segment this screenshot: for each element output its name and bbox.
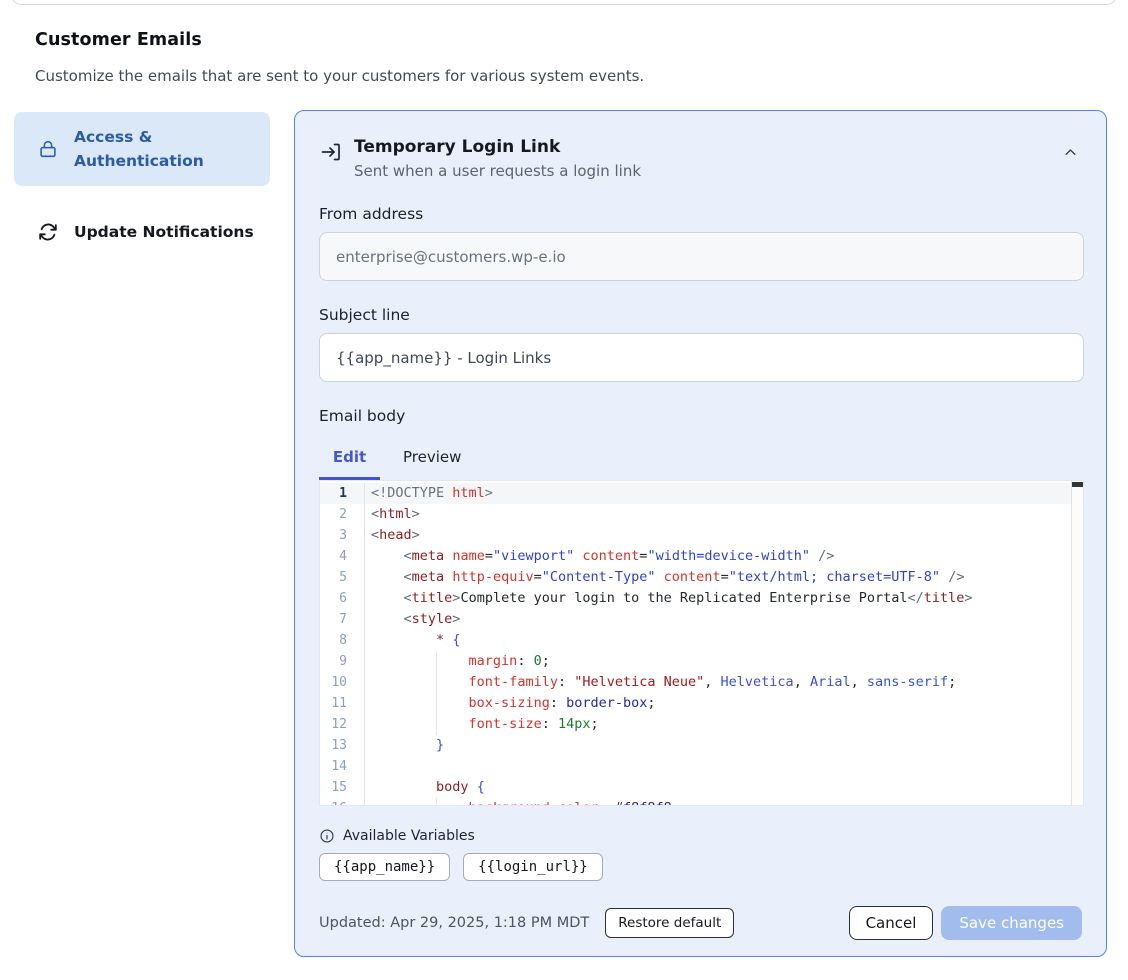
panel-header: Temporary Login Link Sent when a user re…: [319, 135, 1082, 180]
line-number: 7: [320, 609, 365, 630]
tab-preview[interactable]: Preview: [380, 438, 484, 480]
code-line-text: body {: [365, 777, 485, 798]
page-subtitle: Customize the emails that are sent to yo…: [35, 67, 735, 85]
from-address-input[interactable]: [319, 232, 1084, 281]
code-line-text: <meta name="viewport" content="width=dev…: [365, 546, 834, 567]
code-line-text: <!DOCTYPE html>: [365, 483, 493, 504]
chevron-up-icon: [1063, 148, 1078, 163]
page-title: Customer Emails: [35, 30, 735, 50]
code-line: 6 <title>Complete your login to the Repl…: [320, 588, 1083, 609]
line-number: 11: [320, 693, 365, 714]
panel-header-text: Temporary Login Link Sent when a user re…: [354, 135, 641, 180]
line-number: 3: [320, 525, 365, 546]
code-line: 12 font-size: 14px;: [320, 714, 1083, 735]
email-body-tabs: Edit Preview: [319, 438, 1082, 480]
login-icon: [319, 140, 343, 168]
page-header: Customer Emails Customize the emails tha…: [35, 30, 735, 85]
code-line: 5 <meta http-equiv="Content-Type" conten…: [320, 567, 1083, 588]
code-line-text: margin: 0;: [365, 651, 550, 672]
indent-guide: [436, 651, 437, 672]
email-body-label: Email body: [319, 407, 1082, 425]
variable-chips: {{app_name}} {{login_url}}: [319, 853, 1082, 881]
code-line-text: <html>: [365, 504, 420, 525]
code-line-text: <style>: [365, 609, 460, 630]
editor-scrollbar[interactable]: [1071, 481, 1083, 805]
subject-line-input[interactable]: [319, 333, 1084, 382]
indent-guide: [436, 798, 437, 806]
code-editor[interactable]: 1<!DOCTYPE html>2<html>3<head>4 <meta na…: [319, 480, 1084, 806]
indent-guide: [436, 714, 437, 735]
line-number: 13: [320, 735, 365, 756]
subject-line-label: Subject line: [319, 306, 1082, 324]
code-area: 1<!DOCTYPE html>2<html>3<head>4 <meta na…: [320, 481, 1083, 806]
line-number: 16: [320, 798, 365, 806]
panel-subtitle: Sent when a user requests a login link: [354, 162, 641, 180]
code-line-text: font-size: 14px;: [365, 714, 599, 735]
line-number: 1: [320, 483, 365, 504]
email-settings-panel: Temporary Login Link Sent when a user re…: [294, 110, 1107, 957]
code-line-text: box-sizing: border-box;: [365, 693, 656, 714]
available-variables-header: Available Variables: [319, 828, 1082, 844]
collapse-section-button[interactable]: [1059, 141, 1082, 167]
code-line: 8 * {: [320, 630, 1083, 651]
line-number: 12: [320, 714, 365, 735]
previous-card-edge: [10, 0, 1118, 5]
code-line-text: }: [365, 735, 444, 756]
line-number: 5: [320, 567, 365, 588]
line-number: 4: [320, 546, 365, 567]
line-number: 8: [320, 630, 365, 651]
sidebar-item-label: Update Notifications: [74, 220, 254, 244]
lock-icon: [37, 138, 59, 160]
tab-edit[interactable]: Edit: [319, 438, 380, 480]
indent-guide: [436, 672, 437, 693]
panel-title: Temporary Login Link: [354, 135, 641, 159]
editor-scrollbar-thumb[interactable]: [1072, 482, 1083, 487]
code-line-text: background-color: #f8f8f8;: [365, 798, 680, 806]
code-line-text: font-family: "Helvetica Neue", Helvetica…: [365, 672, 956, 693]
refresh-icon: [37, 221, 59, 243]
panel-footer: Updated: Apr 29, 2025, 1:18 PM MDT Resto…: [319, 906, 1082, 940]
code-line: 14: [320, 756, 1083, 777]
line-number: 9: [320, 651, 365, 672]
cancel-button[interactable]: Cancel: [849, 906, 934, 940]
settings-sidebar: Access & Authentication Update Notificat…: [14, 112, 270, 257]
code-line-text: <meta http-equiv="Content-Type" content=…: [365, 567, 964, 588]
code-line: 3<head>: [320, 525, 1083, 546]
code-line-text: [365, 756, 371, 777]
code-line: 9 margin: 0;: [320, 651, 1083, 672]
line-number: 6: [320, 588, 365, 609]
code-line: 7 <style>: [320, 609, 1083, 630]
sidebar-item-access-authentication[interactable]: Access & Authentication: [14, 112, 270, 186]
info-icon: [319, 828, 335, 844]
line-number: 2: [320, 504, 365, 525]
code-line: 2<html>: [320, 504, 1083, 525]
variable-chip-app-name[interactable]: {{app_name}}: [319, 853, 450, 881]
line-number: 10: [320, 672, 365, 693]
updated-timestamp: Updated: Apr 29, 2025, 1:18 PM MDT: [319, 915, 589, 931]
code-line: 1<!DOCTYPE html>: [320, 483, 1083, 504]
code-line: 10 font-family: "Helvetica Neue", Helvet…: [320, 672, 1083, 693]
line-number: 15: [320, 777, 365, 798]
code-line: 16 background-color: #f8f8f8;: [320, 798, 1083, 806]
variable-chip-login-url[interactable]: {{login_url}}: [463, 853, 603, 881]
code-line: 11 box-sizing: border-box;: [320, 693, 1083, 714]
indent-guide: [436, 693, 437, 714]
available-variables-label: Available Variables: [343, 828, 475, 844]
line-number: 14: [320, 756, 365, 777]
sidebar-item-update-notifications[interactable]: Update Notifications: [14, 207, 270, 257]
code-line-text: * {: [365, 630, 460, 651]
restore-default-button[interactable]: Restore default: [605, 908, 734, 938]
sidebar-item-label: Access & Authentication: [74, 125, 256, 173]
code-line-text: <title>Complete your login to the Replic…: [365, 588, 973, 609]
code-line: 4 <meta name="viewport" content="width=d…: [320, 546, 1083, 567]
code-line: 13 }: [320, 735, 1083, 756]
save-changes-button[interactable]: Save changes: [941, 906, 1082, 940]
from-address-label: From address: [319, 205, 1082, 223]
code-line: 15 body {: [320, 777, 1083, 798]
code-line-text: <head>: [365, 525, 420, 546]
